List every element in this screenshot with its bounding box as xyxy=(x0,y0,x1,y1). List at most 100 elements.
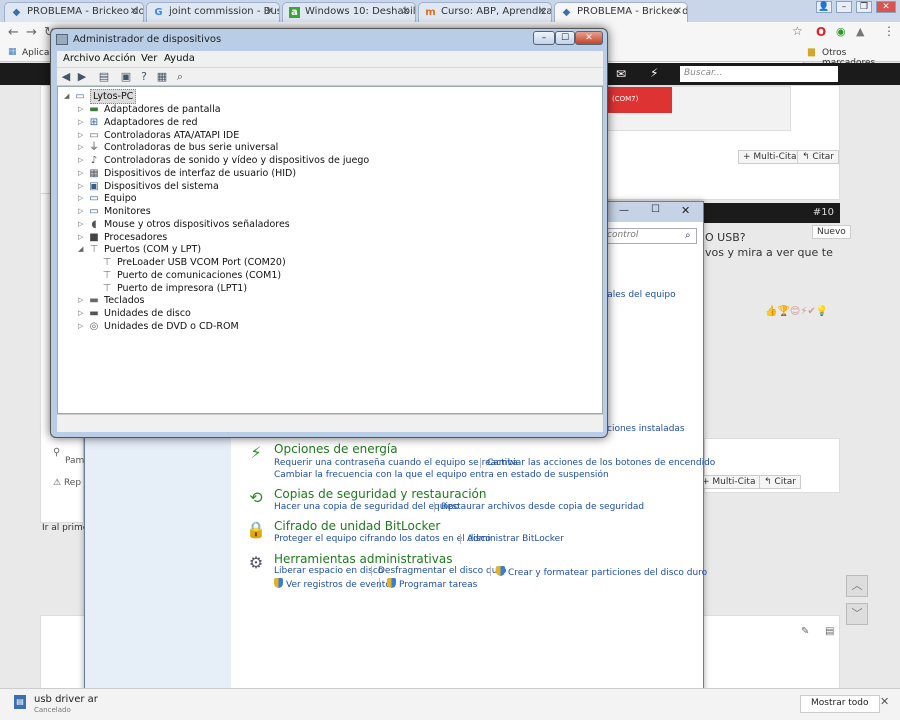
menu-ver[interactable]: Ver xyxy=(141,53,157,64)
search-icon[interactable]: ⌕ xyxy=(685,230,691,241)
collapse-arrow-icon[interactable]: ◢ xyxy=(78,243,86,256)
menu-ayuda[interactable]: Ayuda xyxy=(164,53,195,64)
star-icon[interactable]: ☆ xyxy=(792,24,803,38)
partial-link-2[interactable]: ciones instaladas xyxy=(607,424,685,434)
browser-tab-4[interactable]: m Curso: ABP, Aprendizaje ✕ xyxy=(418,2,552,22)
expand-arrow-icon[interactable]: ▷ xyxy=(78,307,86,320)
go-first-link[interactable]: Ir al prime xyxy=(42,523,88,533)
menu-icon[interactable]: ⋮ xyxy=(883,24,895,38)
close-icon[interactable]: ✕ xyxy=(575,31,603,45)
category-title[interactable]: Cifrado de unidad BitLocker xyxy=(274,519,440,533)
scroll-up-button[interactable]: ︿ xyxy=(846,575,868,597)
help-icon[interactable]: ? xyxy=(137,70,151,83)
link-sleep-frequency[interactable]: Cambiar la frecuencia con la que el equi… xyxy=(274,470,609,480)
expand-arrow-icon[interactable]: ▷ xyxy=(78,167,86,180)
link-power-buttons[interactable]: Cambiar las acciones de los botones de e… xyxy=(487,458,715,468)
expand-arrow-icon[interactable]: ▷ xyxy=(78,154,86,167)
close-icon[interactable]: ✕ xyxy=(876,1,896,13)
expand-arrow-icon[interactable]: ▷ xyxy=(78,218,86,231)
scroll-down-button[interactable]: ﹀ xyxy=(846,603,868,625)
multi-cita-button[interactable]: + Multi-Cita xyxy=(738,150,802,164)
link-defragment[interactable]: Desfragmentar el disco duro xyxy=(378,566,506,576)
expand-arrow-icon[interactable]: ▷ xyxy=(78,180,86,193)
menu-accion[interactable]: Acción xyxy=(103,53,136,64)
link-partitions[interactable]: Crear y formatear particiones del disco … xyxy=(496,566,707,578)
close-icon[interactable]: ✕ xyxy=(880,695,889,708)
expand-arrow-icon[interactable]: ▷ xyxy=(78,103,86,116)
link-restore-files[interactable]: Restaurar archivos desde copia de seguri… xyxy=(441,502,644,512)
browser-tab-3[interactable]: a Windows 10: Deshabilit ✕ xyxy=(282,2,416,22)
maximize-icon[interactable]: ❐ xyxy=(856,1,872,13)
link-free-disk-space[interactable]: Liberar espacio en disco xyxy=(274,566,383,576)
report-link[interactable]: ⚠ Rep xyxy=(53,478,81,488)
drive-icon[interactable]: ▲ xyxy=(856,25,864,38)
category-title[interactable]: Opciones de energía xyxy=(274,442,398,456)
minimize-icon[interactable]: – xyxy=(836,1,852,13)
control-panel-search-input[interactable]: control xyxy=(603,228,697,244)
link-separator xyxy=(371,566,372,576)
browser-tab-2[interactable]: G joint commission - Busc ✕ xyxy=(146,2,280,22)
expand-arrow-icon[interactable]: ▷ xyxy=(78,231,86,244)
link-protect-disk[interactable]: Proteger el equipo cifrando los datos en… xyxy=(274,534,491,544)
browser-tab-1[interactable]: ◆ PROBLEMA - Brickeo do ✕ xyxy=(4,2,144,22)
maximize-icon[interactable]: ☐ xyxy=(651,204,660,215)
close-tab-icon[interactable]: ✕ xyxy=(130,6,138,17)
device-manager-titlebar: Administrador de dispositivos – ☐ ✕ xyxy=(51,29,607,51)
scan-hardware-icon[interactable]: ⌕ xyxy=(173,70,187,83)
citar-label: Citar xyxy=(812,152,834,162)
category-title[interactable]: Herramientas administrativas xyxy=(274,552,452,566)
node-label: Mouse y otros dispositivos señaladores xyxy=(104,218,290,230)
expand-arrow-icon[interactable]: ▷ xyxy=(78,205,86,218)
edit-icon[interactable]: ✎ xyxy=(801,626,809,637)
expand-arrow-icon[interactable]: ▷ xyxy=(78,141,86,154)
show-hide-tree-icon[interactable]: ▤ xyxy=(97,70,111,83)
node-label: Procesadores xyxy=(104,231,168,243)
view-icon[interactable]: ▦ xyxy=(155,70,169,83)
window-title: Administrador de dispositivos xyxy=(73,34,222,45)
expand-arrow-icon[interactable]: ▷ xyxy=(78,294,86,307)
back-icon[interactable]: ◀ xyxy=(59,70,73,83)
link-backup-computer[interactable]: Hacer una copia de seguridad del equipo xyxy=(274,502,459,512)
node-label: Monitores xyxy=(104,206,151,217)
user-icon[interactable]: 👤 xyxy=(816,1,832,13)
citar-button[interactable]: ↰ Citar xyxy=(797,150,839,164)
reply-icon: ↰ xyxy=(802,152,813,162)
close-tab-icon[interactable]: ✕ xyxy=(402,6,410,17)
multi-cita-button-2[interactable]: + Multi-Cita xyxy=(697,475,761,489)
mail-icon[interactable]: ✉ xyxy=(616,67,626,81)
expand-arrow-icon[interactable]: ▷ xyxy=(78,192,86,205)
expand-arrow-icon[interactable]: ▷ xyxy=(78,116,86,129)
link-require-password[interactable]: Requerir una contraseña cuando el equipo… xyxy=(274,458,518,468)
link-schedule-tasks[interactable]: Programar tareas xyxy=(387,578,477,590)
minimize-icon[interactable]: – xyxy=(533,31,555,45)
lightning-icon[interactable]: ⚡ xyxy=(650,66,658,80)
expand-arrow-icon[interactable]: ▷ xyxy=(78,320,86,333)
citar-button-2[interactable]: ↰ Citar xyxy=(759,475,801,489)
back-icon[interactable]: ← xyxy=(8,25,19,40)
minimize-icon[interactable]: — xyxy=(619,205,629,216)
dvd-icon: ◎ xyxy=(89,320,99,332)
extension-icon[interactable]: ◉ xyxy=(836,25,846,38)
category-title[interactable]: Copias de seguridad y restauración xyxy=(274,487,486,501)
close-tab-icon[interactable]: ✕ xyxy=(674,6,682,17)
show-all-button[interactable]: Mostrar todo xyxy=(800,695,880,713)
maximize-icon[interactable]: ☐ xyxy=(555,31,575,45)
link-event-logs[interactable]: Ver registros de eventos xyxy=(274,578,396,590)
download-file-name[interactable]: usb driver ar xyxy=(34,694,98,705)
close-tab-icon[interactable]: ✕ xyxy=(538,6,546,17)
forward-icon[interactable]: ▶ xyxy=(75,70,89,83)
menu-archivo[interactable]: Archivo xyxy=(63,53,100,64)
close-tab-icon[interactable]: ✕ xyxy=(266,6,274,17)
expand-arrow-icon[interactable]: ▷ xyxy=(78,129,86,142)
collapse-arrow-icon[interactable]: ◢ xyxy=(64,90,72,103)
close-icon[interactable]: ✕ xyxy=(681,204,690,217)
document-icon[interactable]: ▤ xyxy=(825,626,834,637)
link-manage-bitlocker[interactable]: Administrar BitLocker xyxy=(467,534,564,544)
opera-icon[interactable]: O xyxy=(816,25,826,39)
browser-tab-5[interactable]: ◆ PROBLEMA - Brickeo do ✕ xyxy=(554,2,688,22)
power-options-icon: ⚡ xyxy=(250,443,262,462)
forward-icon[interactable]: → xyxy=(26,25,37,40)
properties-icon[interactable]: ▣ xyxy=(119,70,133,83)
partial-link-1[interactable]: tuales del equipo xyxy=(598,290,676,300)
forum-search-input[interactable]: Buscar... xyxy=(680,66,838,82)
